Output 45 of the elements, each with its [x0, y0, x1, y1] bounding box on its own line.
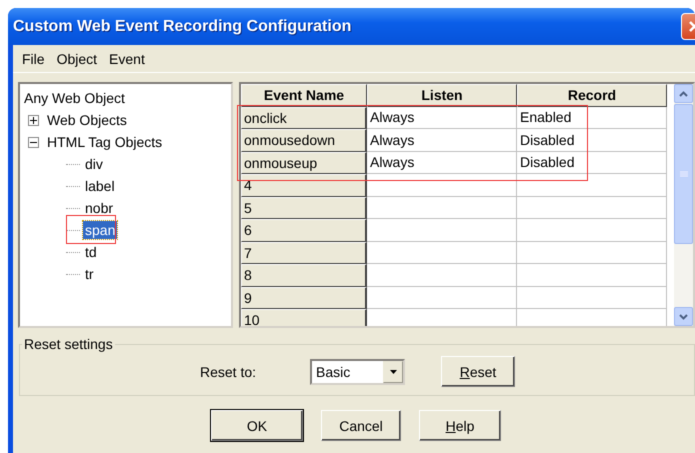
row-header[interactable]: 10	[241, 309, 367, 326]
tree-item[interactable]: Web Objects	[45, 111, 129, 129]
column-header[interactable]: Event Name	[241, 84, 367, 106]
column-header[interactable]: Record	[517, 84, 667, 106]
table-cell: Always	[367, 152, 517, 174]
row-header[interactable]: onmouseup	[241, 152, 367, 174]
tree-item[interactable]: div	[83, 155, 105, 173]
menu-item[interactable]: File	[16, 50, 51, 66]
table-cell: Disabled	[517, 129, 667, 152]
row-header[interactable]: onclick	[241, 106, 367, 129]
reset-button[interactable]: Reset	[441, 356, 515, 387]
expand-icon[interactable]	[28, 114, 39, 126]
menu-item[interactable]: Object	[50, 50, 104, 66]
row-header[interactable]: 6	[241, 219, 367, 242]
table-cell: Disabled	[517, 152, 667, 174]
tree-item[interactable]: nobr	[83, 199, 116, 217]
dialog-button[interactable]: Help	[419, 410, 501, 441]
reset-dropdown[interactable]: Basic	[310, 358, 405, 384]
dialog-button[interactable]: OK	[211, 410, 303, 441]
window-title: Custom Web Event Recording Configuration	[13, 18, 352, 36]
column-header[interactable]: Listen	[367, 84, 517, 106]
tree-item[interactable]: Any Web Object	[22, 89, 127, 107]
tree-item[interactable]: label	[83, 177, 117, 195]
row-header[interactable]: 8	[241, 264, 367, 286]
scrollbar[interactable]	[674, 84, 693, 326]
group-title: Reset settings	[23, 336, 114, 352]
menu-item[interactable]: Event	[103, 50, 151, 66]
row-header[interactable]: 9	[241, 286, 367, 309]
row-header[interactable]: onmousedown	[241, 129, 367, 152]
collapse-icon[interactable]	[28, 136, 39, 148]
tree-item[interactable]: td	[83, 243, 99, 261]
tree-item[interactable]: tr	[83, 265, 96, 283]
table-cell: Enabled	[517, 106, 667, 129]
highlight-frame	[66, 215, 116, 244]
caret-icon	[390, 370, 396, 374]
table-cell: Always	[367, 129, 517, 152]
tree-item[interactable]: HTML Tag Objects	[45, 133, 164, 151]
dialog-button[interactable]: Cancel	[321, 410, 401, 441]
reset-to-label: Reset to:	[200, 364, 258, 380]
table-cell: Always	[367, 106, 517, 129]
tree-item[interactable]: span	[83, 221, 118, 239]
row-header[interactable]: 7	[241, 242, 367, 264]
grip-icon	[680, 171, 688, 177]
row-header[interactable]: 4	[241, 174, 367, 196]
row-header[interactable]: 5	[241, 196, 367, 219]
